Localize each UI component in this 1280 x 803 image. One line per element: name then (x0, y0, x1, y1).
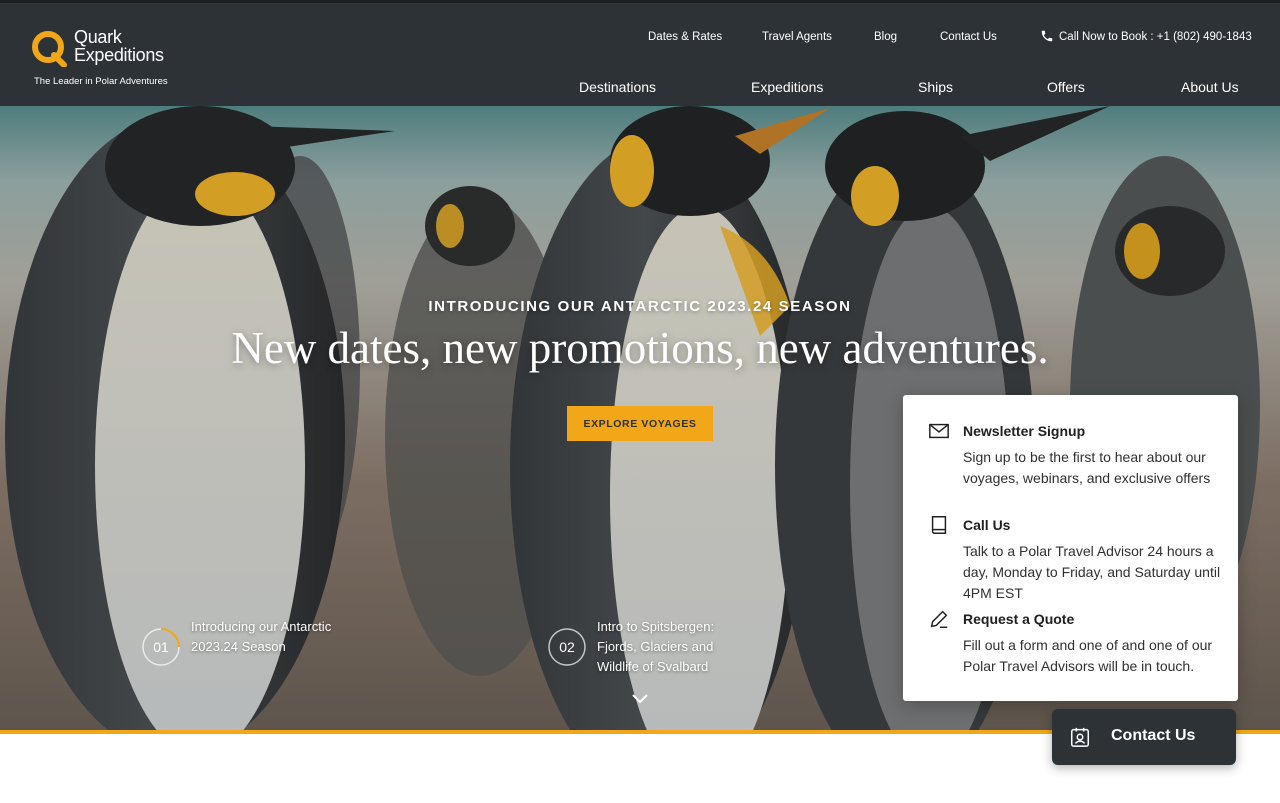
contact-us-button-label: Contact Us (1111, 727, 1196, 744)
nav-offers[interactable]: Offers (1047, 79, 1085, 95)
site-header: Quark Expeditions The Leader in Polar Ad… (0, 0, 1280, 106)
pencil-icon (930, 610, 948, 628)
utility-link-dates-rates[interactable]: Dates & Rates (648, 31, 722, 43)
contact-us-button[interactable]: Contact Us (1052, 709, 1236, 765)
call-us-description: Talk to a Polar Travel Advisor 24 hours … (963, 543, 1221, 601)
quark-logo-mark-icon (32, 31, 67, 67)
quark-logo[interactable]: Quark Expeditions The Leader in Polar Ad… (30, 27, 210, 91)
mail-icon (929, 423, 949, 439)
request-quote-link[interactable]: Request a Quote (963, 611, 1074, 627)
contact-options-panel: Newsletter Signup Sign up to be the firs… (903, 395, 1238, 701)
slide-number-02: 02 (547, 627, 587, 667)
slide-text-02: Intro to Spitsbergen: Fjords, Glaciers a… (597, 619, 715, 674)
nav-ships[interactable]: Ships (918, 79, 953, 95)
nav-destinations[interactable]: Destinations (579, 79, 656, 95)
contact-card-icon (1071, 727, 1089, 747)
slide-number-01: 01 (141, 627, 181, 667)
utility-link-blog[interactable]: Blog (874, 31, 897, 43)
slide-text-01: Introducing our Antarctic 2023.24 Season (191, 619, 332, 654)
utility-link-contact-us[interactable]: Contact Us (940, 31, 997, 43)
hero-headline: New dates, new promotions, new adventure… (231, 323, 1049, 373)
logo-tagline: The Leader in Polar Adventures (34, 76, 168, 87)
call-to-book-link[interactable]: Call Now to Book : +1 (802) 490-1843 (1059, 31, 1252, 43)
newsletter-description: Sign up to be the first to hear about ou… (963, 449, 1211, 486)
utility-link-travel-agents[interactable]: Travel Agents (762, 31, 832, 43)
call-us-link[interactable]: Call Us (963, 517, 1010, 533)
chevron-down-icon[interactable] (630, 692, 650, 706)
book-icon (931, 516, 947, 534)
newsletter-signup-link[interactable]: Newsletter Signup (963, 423, 1085, 439)
phone-icon (1041, 30, 1053, 42)
nav-about-us[interactable]: About Us (1181, 79, 1239, 95)
nav-expeditions[interactable]: Expeditions (751, 79, 823, 95)
explore-voyages-button[interactable]: EXPLORE VOYAGES (567, 406, 713, 441)
hero-eyebrow: INTRODUCING OUR ANTARCTIC 2023.24 SEASON (428, 298, 852, 315)
request-quote-description: Fill out a form and one of and one of ou… (963, 637, 1213, 674)
logo-name-line2: Expeditions (74, 45, 164, 65)
